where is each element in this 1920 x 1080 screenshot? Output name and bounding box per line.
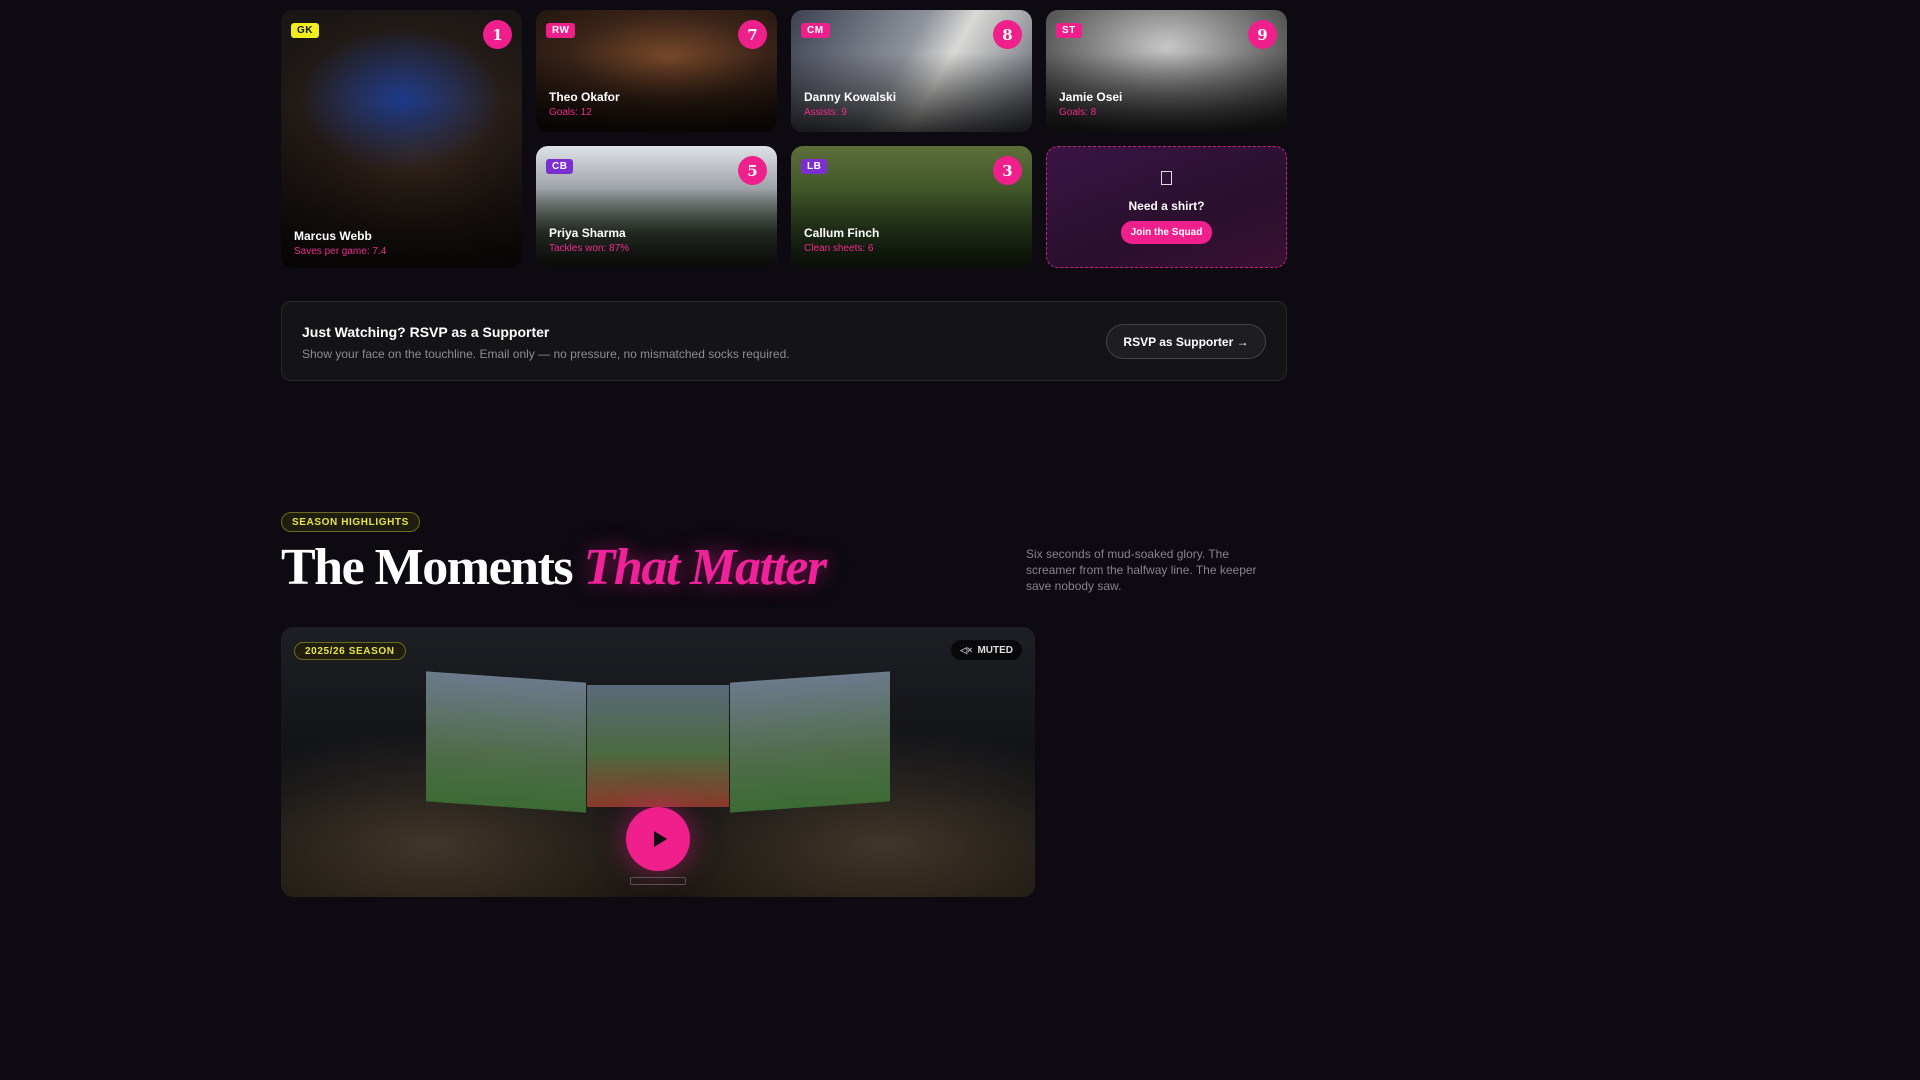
- player-name: Marcus Webb: [294, 229, 372, 243]
- section-description: Six seconds of mud-soaked glory. The scr…: [1026, 547, 1257, 593]
- player-card-st[interactable]: ST 9 Jamie Osei Goals: 8: [1046, 10, 1287, 132]
- squad-grid: GK 1 Marcus Webb Saves per game: 7.4 RW …: [281, 10, 1287, 268]
- join-squad-card: Need a shirt? Join the Squad: [1046, 146, 1287, 268]
- player-name: Theo Okafor: [549, 90, 620, 104]
- player-stat: Goals: 8: [1059, 107, 1097, 118]
- join-squad-button[interactable]: Join the Squad: [1120, 220, 1213, 244]
- player-stat: Tackles won: 87%: [549, 243, 630, 254]
- player-stat: Goals: 12: [549, 107, 592, 118]
- mute-toggle[interactable]: ◁× MUTED: [951, 640, 1022, 660]
- player-name: Danny Kowalski: [804, 90, 897, 104]
- rsvp-title: Just Watching? RSVP as a Supporter: [302, 324, 550, 340]
- player-name: Jamie Osei: [1059, 90, 1123, 104]
- shirt-number: 9: [1248, 20, 1277, 49]
- position-badge: GK: [291, 23, 319, 38]
- player-stat: Clean sheets: 6: [804, 243, 874, 254]
- position-badge: RW: [546, 23, 576, 38]
- rsvp-subtitle: Show your face on the touchline. Email o…: [302, 347, 790, 361]
- video-frame-left: [426, 671, 586, 813]
- video-progress[interactable]: [630, 877, 686, 885]
- play-button[interactable]: [626, 807, 690, 871]
- muted-label: MUTED: [977, 644, 1013, 656]
- player-card-rw[interactable]: RW 7 Theo Okafor Goals: 12: [536, 10, 777, 132]
- highlights-video[interactable]: 2025/26 SEASON ◁× MUTED: [281, 627, 1035, 897]
- shirt-number: 5: [738, 156, 767, 185]
- heading-accent: That Matter: [583, 539, 828, 596]
- section-heading: The Moments That Matter: [281, 538, 828, 597]
- player-name: Priya Sharma: [549, 226, 626, 240]
- shirt-number: 3: [993, 156, 1022, 185]
- rsvp-banner: Just Watching? RSVP as a Supporter Show …: [281, 301, 1287, 381]
- position-badge: LB: [801, 159, 828, 174]
- section-tag: SEASON HIGHLIGHTS: [281, 512, 420, 532]
- player-card-gk[interactable]: GK 1 Marcus Webb Saves per game: 7.4: [281, 10, 522, 268]
- heading-main: The Moments: [281, 539, 574, 596]
- position-badge: CB: [546, 159, 574, 174]
- player-name: Callum Finch: [804, 226, 880, 240]
- shirt-number: 7: [738, 20, 767, 49]
- speaker-muted-icon: ◁×: [960, 644, 973, 655]
- rsvp-supporter-button[interactable]: RSVP as Supporter →: [1106, 324, 1266, 359]
- player-card-cm[interactable]: CM 8 Danny Kowalski Assists: 9: [791, 10, 1032, 132]
- player-stat: Saves per game: 7.4: [294, 246, 387, 257]
- position-badge: ST: [1056, 23, 1082, 38]
- video-frame-center: [587, 685, 729, 807]
- shirt-number: 1: [483, 20, 512, 49]
- shirt-number: 8: [993, 20, 1022, 49]
- join-card-title: Need a shirt?: [1128, 198, 1205, 213]
- play-icon: [653, 831, 667, 847]
- player-stat: Assists: 9: [804, 107, 847, 118]
- squad-section: GK 1 Marcus Webb Saves per game: 7.4 RW …: [281, 10, 1287, 268]
- player-card-cb[interactable]: CB 5 Priya Sharma Tackles won: 87%: [536, 146, 777, 268]
- shirt-icon: [1161, 170, 1172, 185]
- season-badge: 2025/26 SEASON: [294, 642, 406, 660]
- player-card-lb[interactable]: LB 3 Callum Finch Clean sheets: 6: [791, 146, 1032, 268]
- video-frame-right: [730, 671, 890, 813]
- position-badge: CM: [801, 23, 830, 38]
